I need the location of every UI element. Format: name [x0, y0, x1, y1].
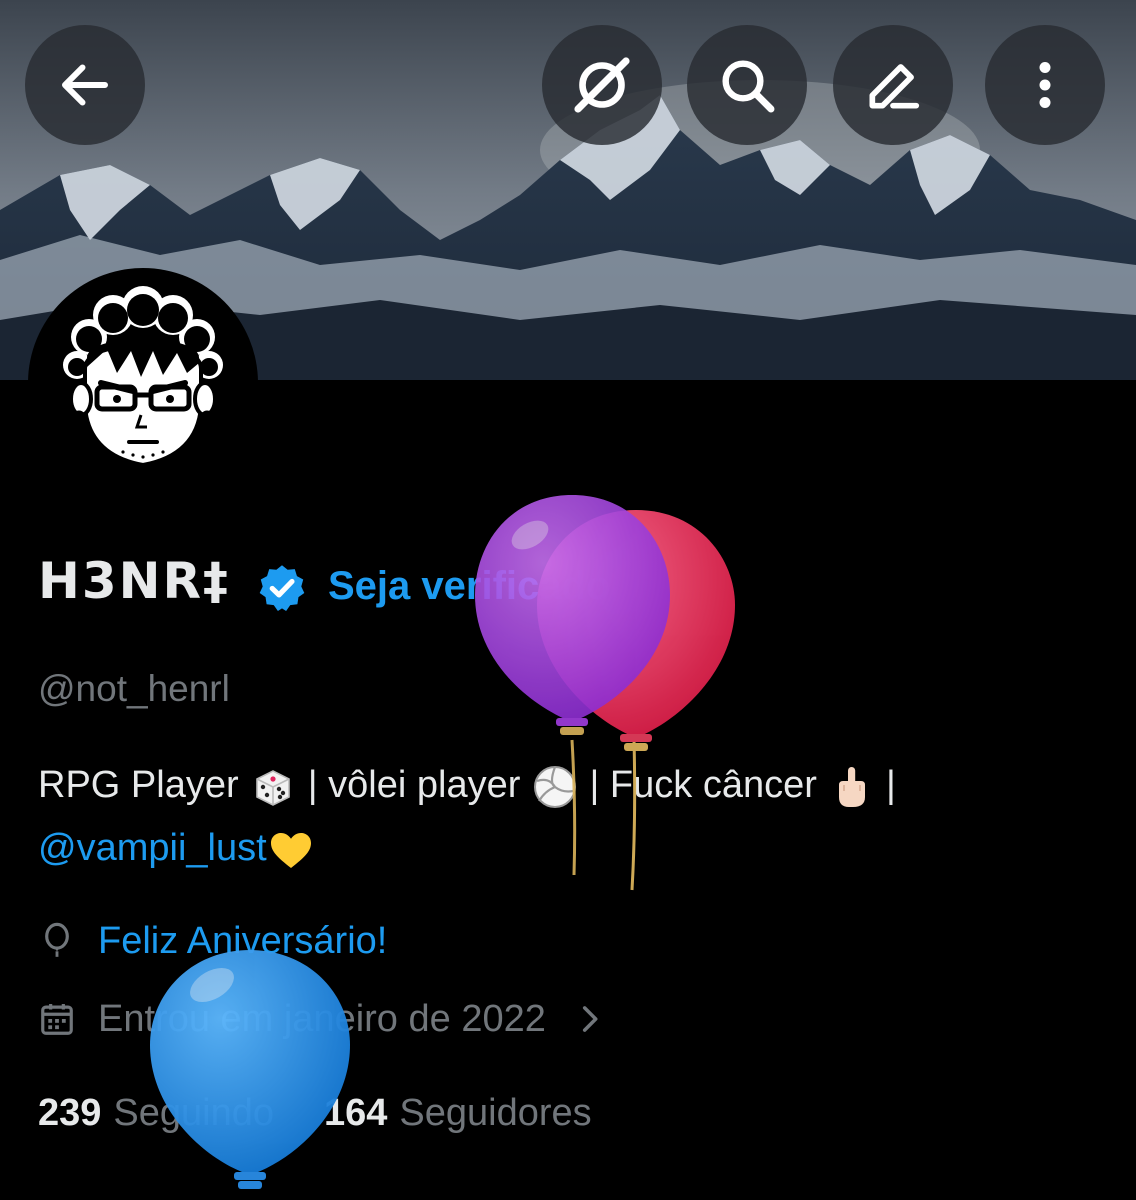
chevron-right-icon: [582, 1006, 598, 1032]
search-button[interactable]: [687, 25, 807, 145]
following-link[interactable]: 239 Seguindo: [38, 1094, 274, 1132]
grok-button[interactable]: [542, 25, 662, 145]
bio-text-volei: | vôlei player: [297, 764, 531, 807]
blue-balloon-icon: [150, 950, 350, 1189]
volleyball-emoji-icon: [533, 766, 576, 808]
get-verified-link[interactable]: Seja verificado: [328, 566, 610, 606]
display-name: H3NR‡: [38, 552, 230, 610]
bio-text-separator: |: [875, 764, 896, 807]
bio-text-rpg: RPG Player: [38, 764, 250, 807]
joined-date-text: Entrou em janeiro de 2022: [98, 998, 546, 1040]
search-icon: [722, 60, 775, 113]
followers-link[interactable]: 164 Seguidores: [324, 1094, 592, 1132]
bio-line-2: @vampii_lust: [38, 826, 315, 874]
birthday-text: Feliz Aniversário!: [98, 920, 388, 962]
bio-line-1: RPG Player | vôlei player | Fuck câncer …: [38, 763, 896, 811]
verified-badge-icon[interactable]: [256, 562, 308, 614]
bio-mention-link[interactable]: @vampii_lust: [38, 827, 267, 869]
profile-handle: @not_henrl: [38, 668, 230, 709]
avatar-image: [37, 277, 249, 489]
birthday-row[interactable]: Feliz Aniversário!: [38, 922, 387, 960]
edit-profile-button[interactable]: [833, 25, 953, 145]
bio-text-cancer: | Fuck câncer: [578, 764, 828, 807]
back-button[interactable]: [25, 25, 145, 145]
following-label: Seguindo: [113, 1092, 274, 1134]
balloon-icon: [45, 922, 69, 957]
purple-balloon-icon: [475, 495, 670, 876]
avatar[interactable]: [28, 268, 258, 498]
following-count: 239: [38, 1092, 102, 1134]
middle-finger-emoji-icon: [839, 767, 866, 807]
follow-stats: 239 Seguindo 164 Seguidores: [38, 1094, 592, 1132]
yellow-heart-emoji-icon: [270, 833, 311, 868]
edit-icon: [869, 64, 920, 109]
joined-row[interactable]: Entrou em janeiro de 2022: [38, 1000, 606, 1038]
dice-emoji-icon: [256, 770, 290, 806]
followers-count: 164: [324, 1092, 388, 1134]
cartoon-face-avatar-icon: [37, 277, 249, 489]
followers-label: Seguidores: [399, 1092, 592, 1134]
more-vertical-icon: [1039, 62, 1051, 108]
more-options-button[interactable]: [985, 25, 1105, 145]
calendar-icon: [41, 1003, 73, 1035]
grok-icon: [574, 57, 630, 113]
arrow-left-icon: [62, 64, 108, 106]
